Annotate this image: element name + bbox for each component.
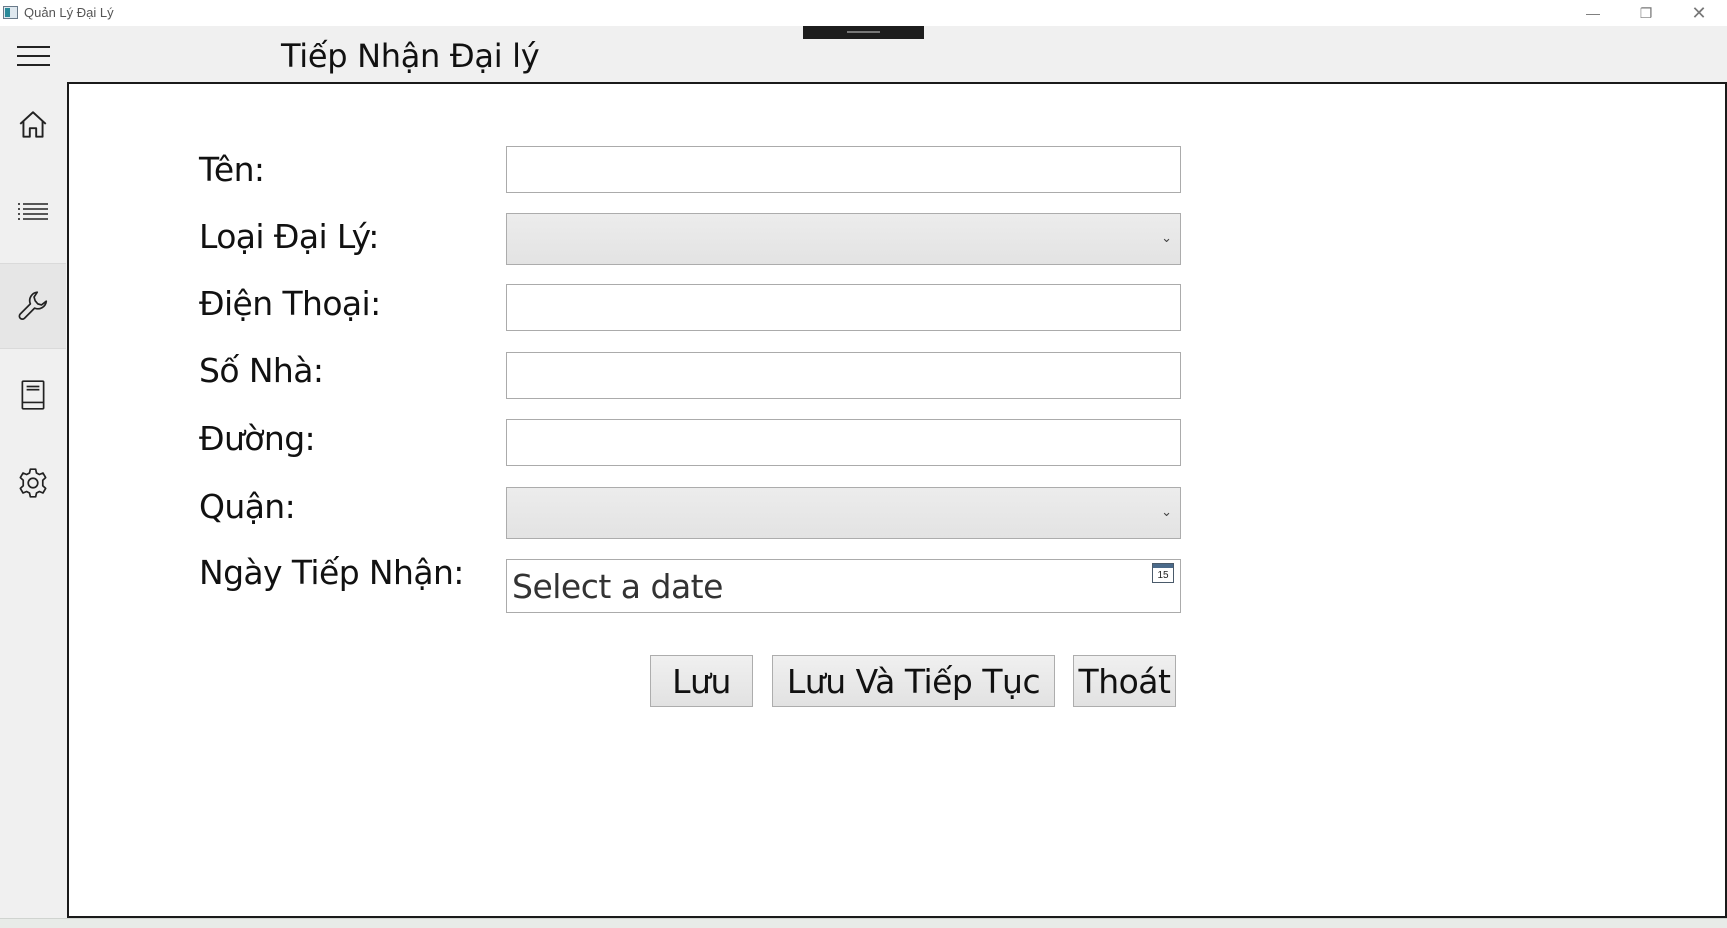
sidebar-item-list[interactable] (0, 168, 66, 254)
hamburger-menu-icon[interactable] (17, 46, 50, 66)
chevron-down-icon: ⌄ (1161, 504, 1172, 519)
street-input[interactable] (506, 419, 1181, 466)
chevron-down-icon: ⌄ (1161, 230, 1172, 245)
save-and-continue-button[interactable]: Lưu Và Tiếp Tục (772, 655, 1055, 707)
wrench-icon (18, 291, 48, 320)
page-title: Tiếp Nhận Đại lý (281, 37, 540, 75)
home-icon (19, 111, 47, 138)
district-label: Quận: (199, 487, 296, 526)
book-icon (21, 380, 45, 410)
phone-label: Điện Thoại: (199, 284, 381, 323)
close-button[interactable]: ✕ (1673, 0, 1725, 26)
window-title: Quản Lý Đại Lý (24, 5, 114, 20)
list-icon (18, 203, 48, 220)
gear-icon (19, 468, 47, 498)
exit-button[interactable]: Thoát (1073, 655, 1176, 707)
street-label: Đường: (199, 419, 316, 458)
sidebar-item-home[interactable] (0, 82, 66, 168)
name-label: Tên: (199, 150, 265, 189)
bottom-strip (0, 918, 1727, 928)
maximize-button[interactable]: ❐ (1620, 0, 1672, 26)
date-picker[interactable]: Select a date 15 (506, 559, 1181, 613)
sidebar-item-book[interactable] (0, 352, 66, 438)
date-label: Ngày Tiếp Nhận: (199, 553, 464, 592)
sidebar-item-tools[interactable] (0, 263, 66, 349)
name-input[interactable] (506, 146, 1181, 193)
district-select[interactable]: ⌄ (506, 487, 1181, 539)
sidebar (0, 82, 68, 918)
sidebar-item-settings[interactable] (0, 440, 66, 526)
minimize-button[interactable]: — (1567, 0, 1619, 26)
app-icon (3, 6, 18, 19)
house-number-input[interactable] (506, 352, 1181, 399)
title-bar: Quản Lý Đại Lý — ❐ ✕ (0, 0, 1727, 26)
calendar-icon[interactable]: 15 (1152, 563, 1174, 583)
date-placeholder: Select a date (512, 567, 723, 606)
phone-input[interactable] (506, 284, 1181, 331)
drag-handle[interactable] (803, 26, 924, 39)
save-button[interactable]: Lưu (650, 655, 753, 707)
agency-type-select[interactable]: ⌄ (506, 213, 1181, 265)
house-number-label: Số Nhà: (199, 351, 324, 390)
agency-type-label: Loại Đại Lý: (199, 217, 379, 256)
